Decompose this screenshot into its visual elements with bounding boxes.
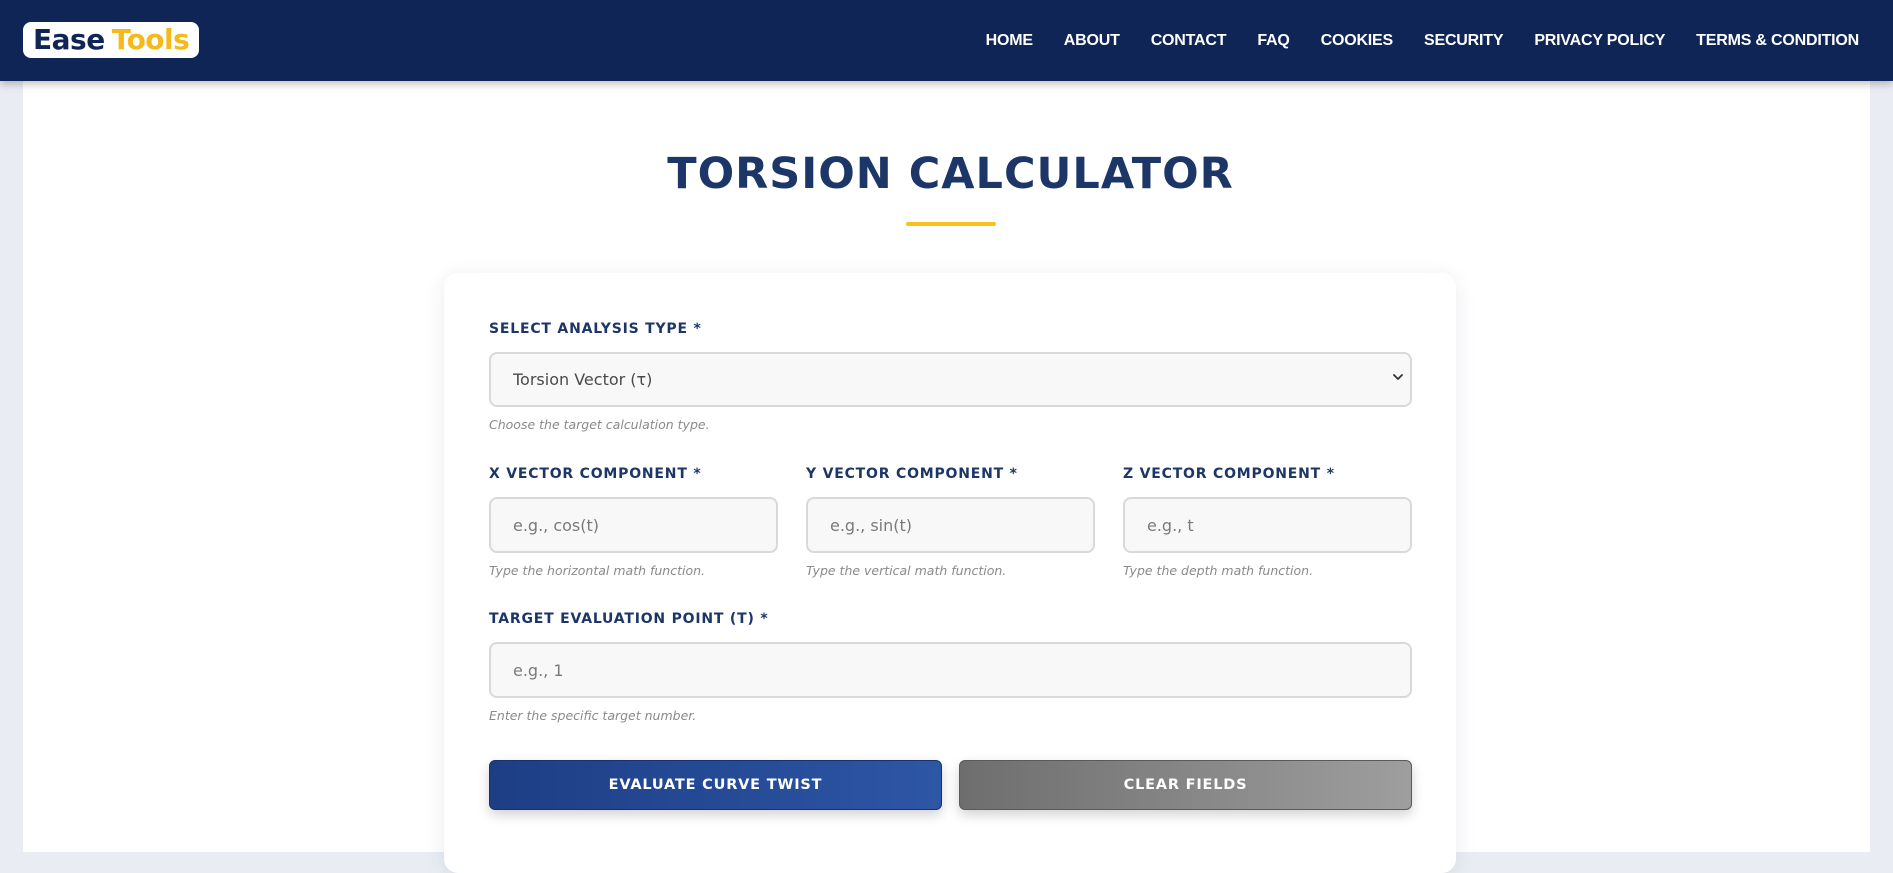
z-component-hint: Type the depth math function.: [1123, 563, 1314, 578]
target-point-hint: Enter the specific target number.: [489, 708, 697, 723]
target-point-label: TARGET EVALUATION POINT (T) *: [489, 611, 769, 627]
nav-cookies[interactable]: COOKIES: [1321, 32, 1394, 50]
target-point-input[interactable]: [489, 642, 1412, 698]
site-logo[interactable]: Ease Tools: [23, 22, 200, 58]
clear-fields-button[interactable]: CLEAR FIELDS: [959, 760, 1412, 810]
top-navbar: Ease Tools HOME ABOUT CONTACT FAQ COOKIES…: [0, 0, 1893, 81]
analysis-type-hint: Choose the target calculation type.: [489, 417, 710, 432]
nav-terms-condition[interactable]: TERMS & CONDITION: [1696, 32, 1859, 50]
nav-faq[interactable]: FAQ: [1257, 32, 1289, 50]
nav-about[interactable]: ABOUT: [1064, 32, 1120, 50]
analysis-type-select[interactable]: Torsion Vector (τ): [489, 352, 1412, 407]
nav-contact[interactable]: CONTACT: [1151, 32, 1227, 50]
chevron-down-icon: [1393, 374, 1403, 380]
x-component-label: X VECTOR COMPONENT *: [489, 466, 702, 482]
analysis-type-label: SELECT ANALYSIS TYPE *: [489, 321, 702, 337]
analysis-type-select-wrap: Torsion Vector (τ): [489, 352, 1412, 407]
z-component-label: Z VECTOR COMPONENT *: [1123, 466, 1335, 482]
nav-home[interactable]: HOME: [986, 32, 1033, 50]
title-underline: [906, 222, 996, 226]
x-component-hint: Type the horizontal math function.: [489, 563, 706, 578]
calculator-card: SELECT ANALYSIS TYPE * Torsion Vector (τ…: [444, 273, 1456, 873]
evaluate-button[interactable]: EVALUATE CURVE TWIST: [489, 760, 942, 810]
y-component-input[interactable]: [806, 497, 1095, 553]
z-component-input[interactable]: [1123, 497, 1412, 553]
main-nav: HOME ABOUT CONTACT FAQ COOKIES SECURITY …: [986, 0, 1860, 81]
x-component-input[interactable]: [489, 497, 778, 553]
logo-word-tools: Tools: [111, 23, 190, 56]
y-component-label: Y VECTOR COMPONENT *: [806, 466, 1018, 482]
logo-word-ease: Ease: [33, 23, 105, 56]
nav-privacy-policy[interactable]: PRIVACY POLICY: [1534, 32, 1665, 50]
nav-security[interactable]: SECURITY: [1424, 32, 1504, 50]
page-title: TORSION CALCULATOR: [667, 149, 1234, 199]
y-component-hint: Type the vertical math function.: [806, 563, 1007, 578]
main-content: TORSION CALCULATOR SELECT ANALYSIS TYPE …: [23, 81, 1870, 873]
